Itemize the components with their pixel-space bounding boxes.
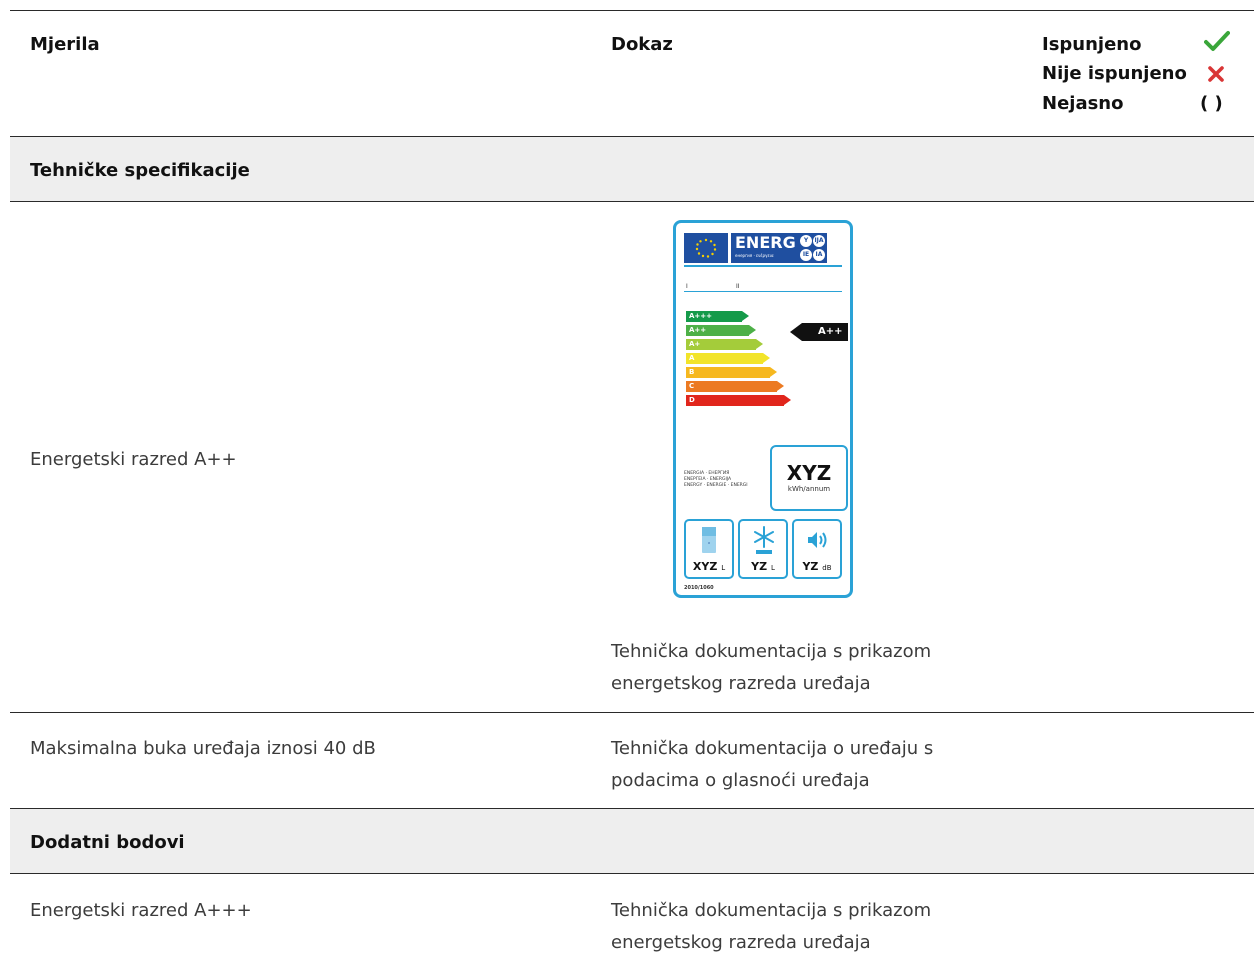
noise-level-value: YZ	[802, 560, 819, 573]
energy-class-bar: A+	[686, 339, 763, 350]
energy-consumption-box: XYZ kWh/annum	[770, 445, 848, 511]
label-roman-1: I	[686, 283, 688, 290]
top-rule	[10, 10, 1254, 11]
legend-unclear: Nejasno ( )	[1042, 93, 1232, 121]
fridge-volume-unit: L	[721, 564, 726, 572]
legend-met-label: Ispunjeno	[1042, 34, 1142, 55]
energy-class-bar: B	[686, 367, 777, 378]
checkmark-icon	[1204, 31, 1230, 51]
fridge-icon: °	[702, 527, 716, 553]
legend-met: Ispunjeno	[1042, 31, 1232, 62]
evidence-line: energetskog razreda uređaja	[611, 673, 871, 694]
eu-flag-icon	[684, 233, 728, 263]
fridge-volume-box: ° XYZ L	[684, 519, 734, 579]
speaker-icon	[808, 532, 827, 548]
criterion-text: Maksimalna buka uređaja iznosi 40 dB	[30, 738, 376, 759]
lang-badge: IE	[800, 249, 812, 261]
freezer-volume: YZ L	[740, 560, 786, 573]
energ-banner: ENERG енергия · ενέργεια Y IJA IE IA	[731, 233, 827, 263]
lang-badge: IA	[813, 249, 825, 261]
section-title: Tehničke specifikacije	[30, 160, 250, 181]
energy-class-bar: A	[686, 353, 770, 364]
evidence-text: Tehnička dokumentacija s prikazom energe…	[611, 895, 931, 959]
regulation-number: 2010/1060	[684, 585, 714, 591]
row-rule	[10, 712, 1254, 713]
section-rule	[10, 201, 1254, 202]
energy-class-bar: D	[686, 395, 791, 406]
energy-class-bar: A+++	[686, 311, 749, 322]
legend-not-met: Nije ispunjeno	[1042, 63, 1232, 91]
energy-class-bar: A++	[686, 325, 756, 336]
evidence-line: Tehnička dokumentacija s prikazom	[611, 641, 932, 662]
lang-badge: Y	[800, 235, 812, 247]
energ-brand: ENERG	[735, 233, 796, 252]
evidence-line: Tehnička dokumentacija s prikazom	[611, 900, 932, 921]
energy-words-line: ENERGY · ENERGIE · ENERGI	[684, 483, 748, 488]
freezer-volume-box: YZ L	[738, 519, 788, 579]
legend-not-met-label: Nije ispunjeno	[1042, 63, 1187, 84]
label-divider	[684, 265, 842, 267]
fridge-volume-value: XYZ	[692, 560, 718, 573]
evidence-line: energetskog razreda uređaja	[611, 932, 871, 953]
energy-consumption-unit: kWh/annum	[787, 485, 831, 493]
snowflake-icon	[754, 526, 774, 554]
energy-consumption-value: XYZ	[786, 461, 832, 485]
criterion-text: Energetski razred A+++	[30, 900, 252, 921]
label-divider	[684, 291, 842, 292]
criterion-text: Energetski razred A++	[30, 449, 237, 470]
lang-badge: IJA	[813, 235, 825, 247]
section-rule	[10, 873, 1254, 874]
evidence-text: Tehnička dokumentacija s prikazom energe…	[611, 636, 931, 700]
evidence-text: Tehnička dokumentacija o uređaju s podac…	[611, 733, 933, 797]
energy-class-bar: C	[686, 381, 784, 392]
freezer-volume-value: YZ	[751, 560, 768, 573]
legend-unclear-label: Nejasno	[1042, 93, 1124, 114]
column-header-evidence: Dokaz	[611, 34, 673, 55]
column-header-criteria: Mjerila	[30, 34, 100, 55]
evidence-line: podacima o glasnoći uređaja	[611, 770, 870, 791]
label-roman-2: II	[736, 283, 740, 290]
energy-label-image: ENERG енергия · ενέργεια Y IJA IE IA I I…	[673, 220, 853, 598]
noise-level-box: YZ dB	[792, 519, 842, 579]
cross-icon	[1208, 66, 1224, 82]
section-title: Dodatni bodovi	[30, 832, 185, 853]
energy-class-indicator: A++	[790, 323, 848, 341]
noise-level-unit: dB	[822, 564, 832, 572]
evidence-line: Tehnička dokumentacija o uređaju s	[611, 738, 934, 759]
energ-subtitle: енергия · ενέργεια	[735, 253, 774, 258]
energy-words: ENERGIA · ЕНЕРГИЯ ΕΝΕΡΓΕΙΑ · ENERGIJA EN…	[684, 471, 748, 489]
fridge-volume: XYZ L	[686, 560, 732, 573]
freezer-volume-unit: L	[770, 564, 775, 572]
unclear-symbol: ( )	[1200, 93, 1223, 114]
noise-level: YZ dB	[794, 560, 840, 573]
section-band-bonus: Dodatni bodovi	[10, 809, 1254, 873]
section-band-technical: Tehničke specifikacije	[10, 137, 1254, 201]
